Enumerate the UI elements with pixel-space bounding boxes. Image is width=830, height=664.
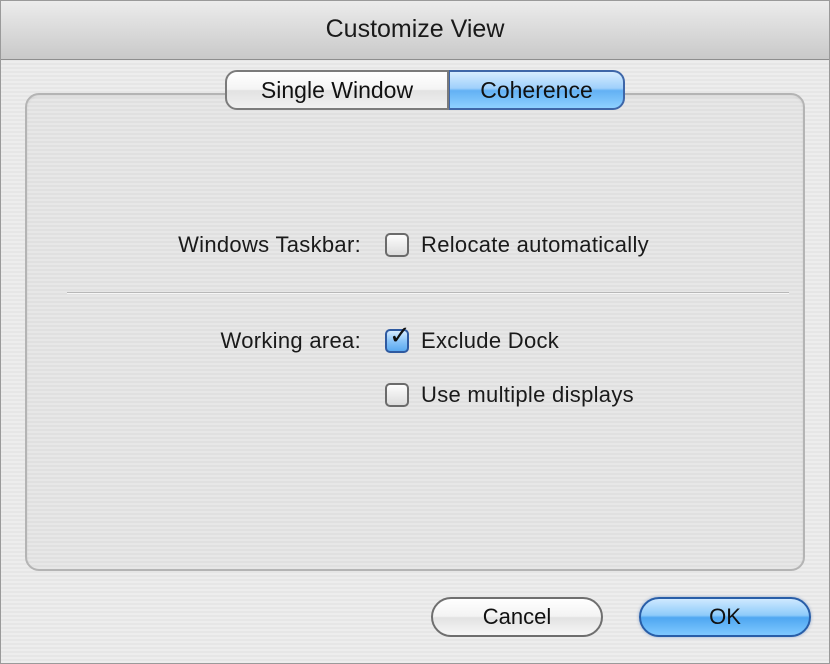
ok-button-label: OK xyxy=(709,604,741,629)
tab-single-window[interactable]: Single Window xyxy=(225,70,449,110)
tab-coherence[interactable]: Coherence xyxy=(449,70,625,110)
section-divider xyxy=(67,292,789,294)
use-multiple-displays-option[interactable]: Use multiple displays xyxy=(385,382,634,408)
relocate-automatically-label: Relocate automatically xyxy=(421,232,649,257)
tab-bar: Single Window Coherence xyxy=(225,70,625,114)
ok-button[interactable]: OK xyxy=(639,597,811,637)
tab-single-window-label: Single Window xyxy=(260,76,414,103)
relocate-automatically-checkbox[interactable] xyxy=(385,233,409,257)
window-title: Customize View xyxy=(325,15,505,43)
windows-taskbar-label: Windows Taskbar: xyxy=(178,232,361,257)
use-multiple-displays-label: Use multiple displays xyxy=(421,382,634,407)
exclude-dock-label: Exclude Dock xyxy=(421,328,560,353)
tab-coherence-label: Coherence xyxy=(480,76,593,103)
use-multiple-displays-checkbox[interactable] xyxy=(385,383,409,407)
working-area-label: Working area: xyxy=(220,328,361,353)
cancel-button[interactable]: Cancel xyxy=(431,597,603,637)
exclude-dock-checkbox[interactable]: ✓ xyxy=(385,322,411,353)
relocate-automatically-option[interactable]: Relocate automatically xyxy=(385,232,649,258)
checkmark-icon: ✓ xyxy=(389,320,411,350)
exclude-dock-option[interactable]: ✓ Exclude Dock xyxy=(385,322,560,354)
customize-view-dialog: Customize View Single Window Coherence W… xyxy=(0,0,830,664)
cancel-button-label: Cancel xyxy=(482,604,552,629)
title-bar[interactable]: Customize View xyxy=(1,1,829,60)
